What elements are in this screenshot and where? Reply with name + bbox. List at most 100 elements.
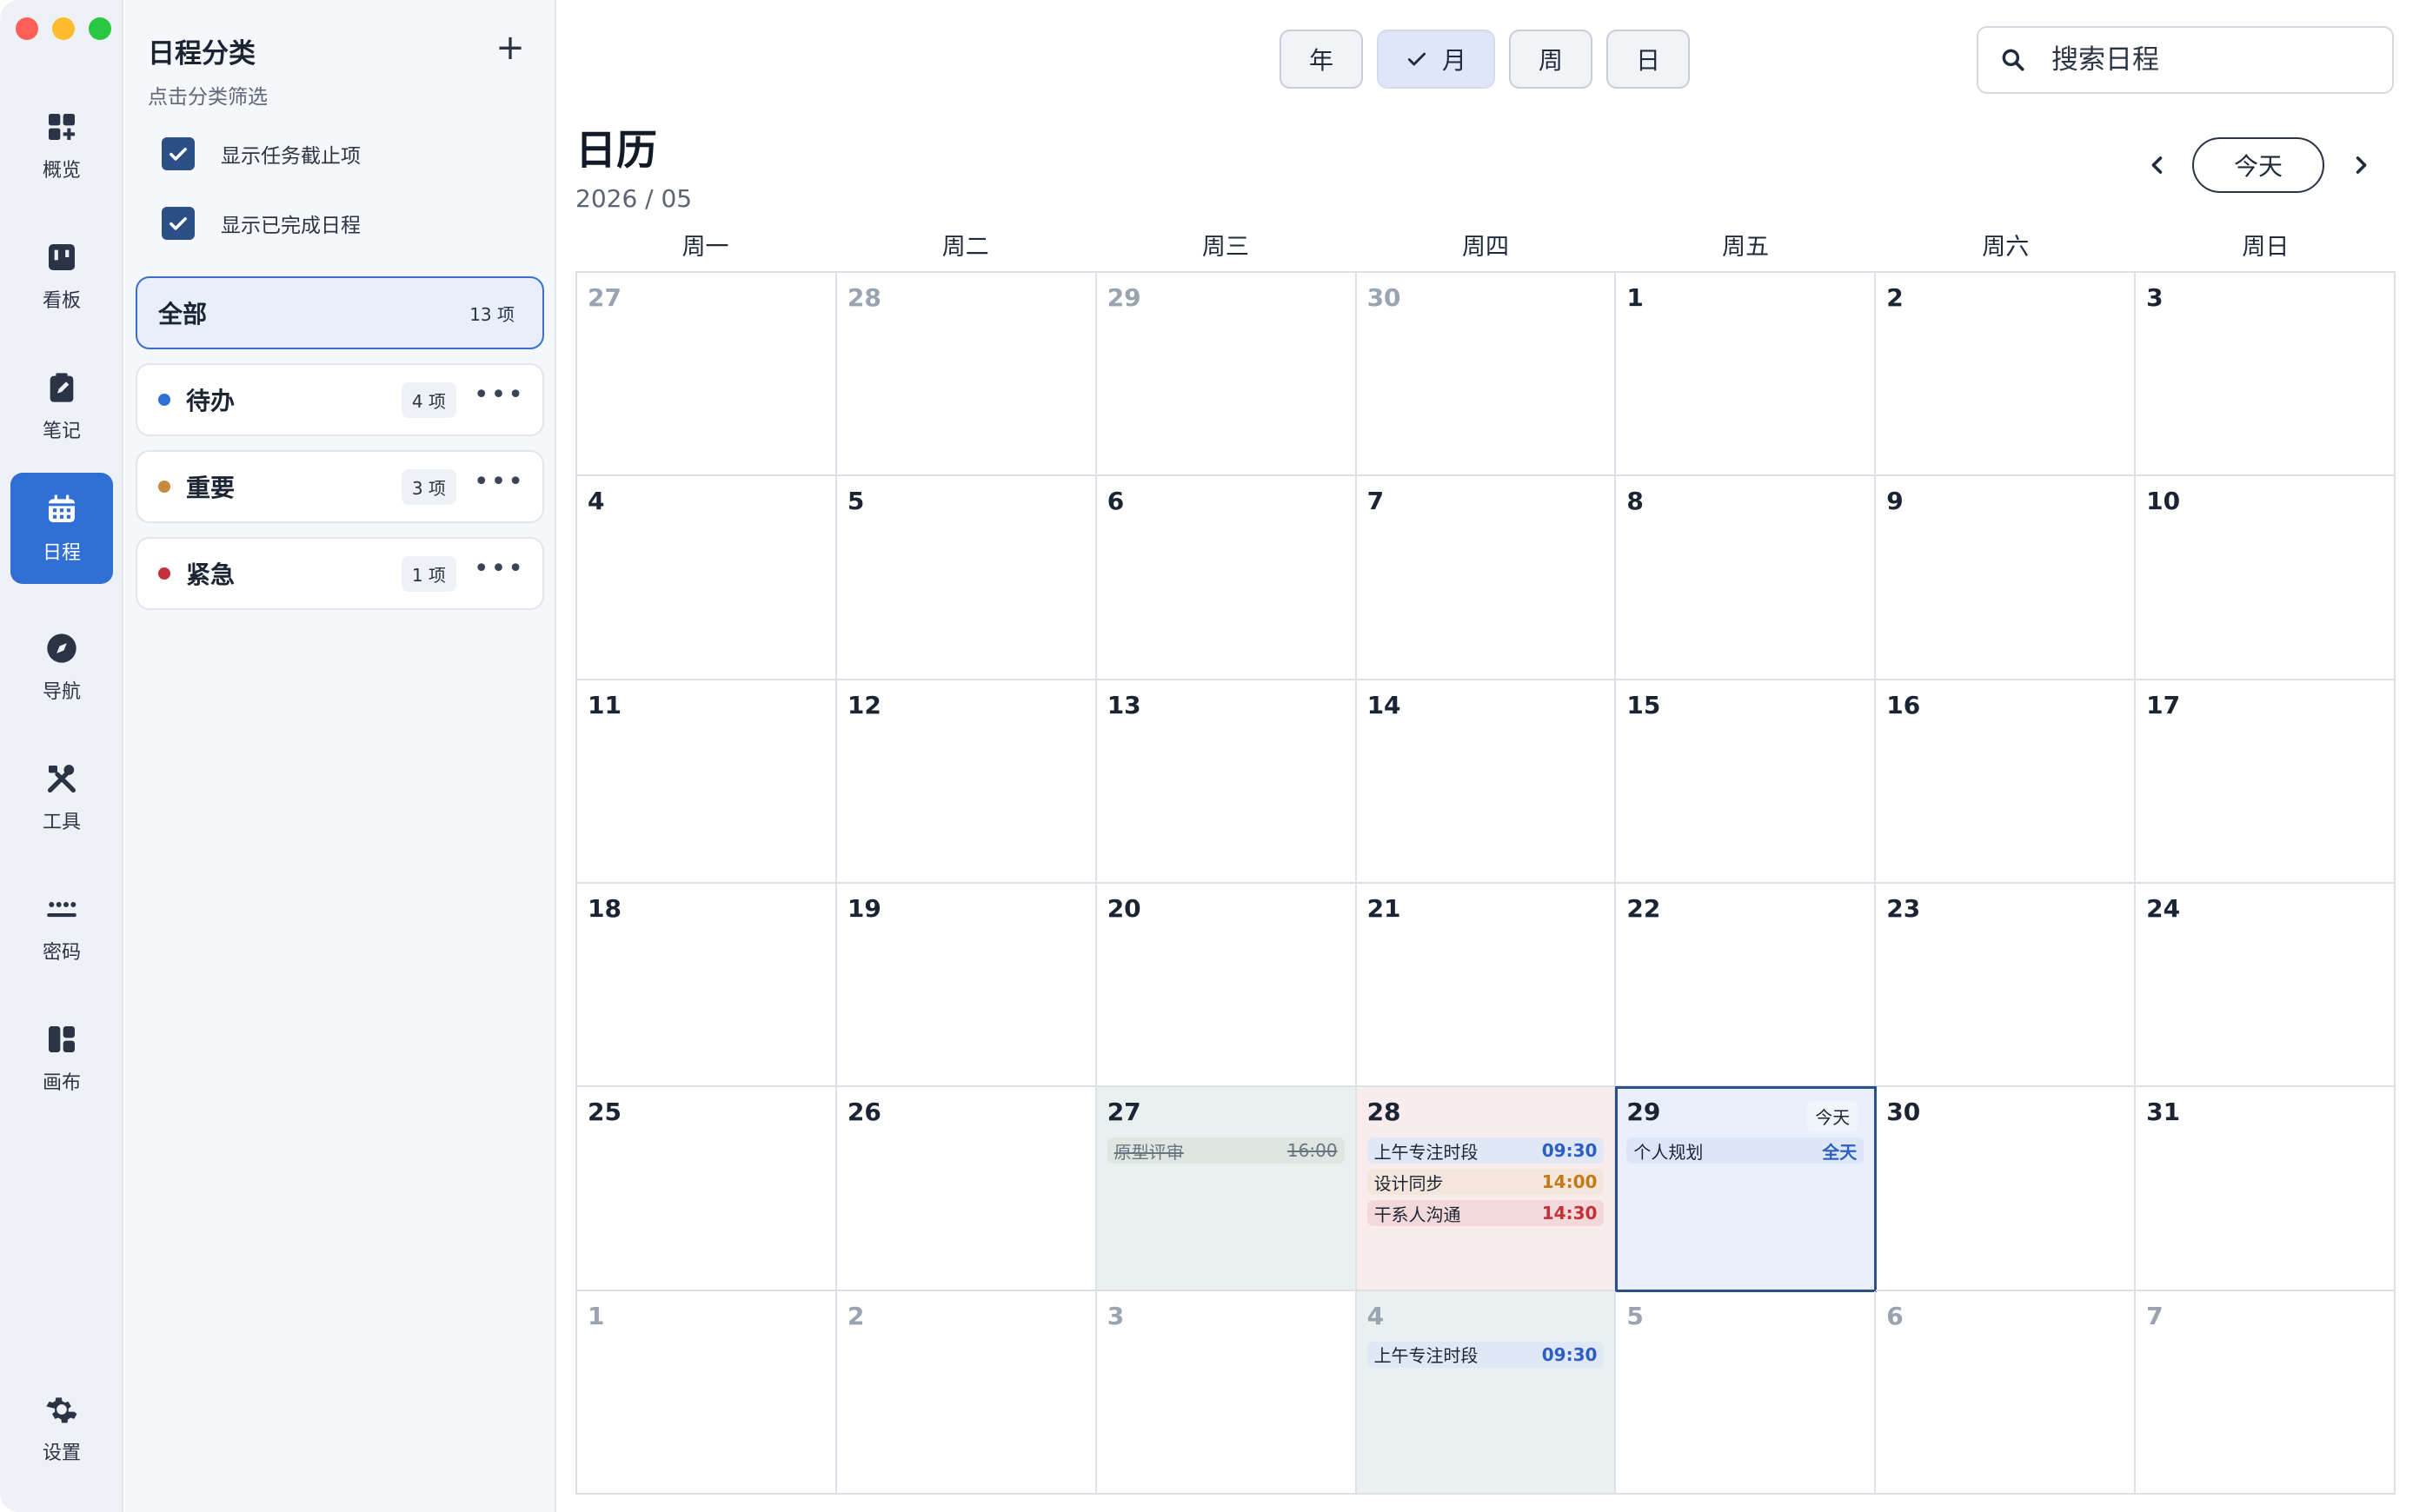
more-options-icon[interactable]: ••• (474, 469, 525, 504)
day-number: 21 (1366, 893, 1401, 923)
next-month-button[interactable] (2342, 146, 2380, 184)
calendar-day-cell[interactable]: 1 (577, 1290, 837, 1495)
event-time: 09:30 (1541, 1343, 1598, 1365)
calendar-day-cell[interactable]: 9 (1876, 476, 2137, 680)
search-input[interactable] (2051, 44, 2364, 76)
calendar-day-cell[interactable]: 28 (836, 273, 1097, 477)
calendar-day-cell[interactable]: 29 今天 个人规划 全天 (1615, 1086, 1878, 1292)
calendar-day-cell[interactable]: 7 (2136, 1290, 2396, 1495)
calendar-day-cell[interactable]: 25 (577, 1087, 837, 1291)
event-title: 个人规划 (1633, 1141, 1704, 1163)
month-grid: 27 28 29 30 1 2 3 4 5 6 7 8 9 10 11 12 13 14 15 16 17 18 19 20 2… (575, 271, 2396, 1495)
nav-item-notes[interactable]: 笔记 (10, 351, 113, 462)
calendar-day-cell[interactable]: 3 (1096, 1290, 1357, 1495)
day-number: 1 (588, 1301, 605, 1330)
calendar-day-cell[interactable]: 5 (1616, 1290, 1877, 1495)
dashboard-icon (49, 114, 75, 140)
calendar-day-cell[interactable]: 27 (577, 273, 837, 477)
calendar-day-cell[interactable]: 10 (2136, 476, 2396, 680)
nav-item-passwords[interactable]: 密码 (10, 872, 113, 984)
category-todo[interactable]: 待办 4 项 ••• (136, 363, 544, 436)
category-important[interactable]: 重要 3 项 ••• (136, 450, 544, 523)
event-title: 设计同步 (1373, 1172, 1444, 1194)
search-box[interactable] (1977, 26, 2394, 94)
calendar-day-cell[interactable]: 3 (2136, 273, 2396, 477)
calendar-day-cell[interactable]: 8 (1616, 476, 1877, 680)
nav-item-settings[interactable]: 设置 (10, 1373, 113, 1484)
check-icon (170, 148, 187, 161)
nav-item-canvas[interactable]: 画布 (10, 1003, 113, 1114)
calendar-day-cell[interactable]: 7 (1356, 476, 1617, 680)
checkbox-checked[interactable] (162, 137, 195, 170)
calendar-event[interactable]: 干系人沟通 14:30 (1366, 1200, 1605, 1227)
calendar-day-cell[interactable]: 15 (1616, 680, 1877, 884)
view-label: 年 (1308, 46, 1333, 75)
calendar-day-cell[interactable]: 2 (1876, 273, 2137, 477)
nav-item-overview[interactable]: 概览 (10, 90, 113, 202)
day-number: 5 (847, 487, 865, 516)
nav-item-kanban[interactable]: 看板 (10, 221, 113, 332)
nav-item-schedule[interactable]: 日程 (10, 473, 113, 584)
calendar-day-cell[interactable]: 6 (1096, 476, 1357, 680)
category-all[interactable]: 全部 13 项 (136, 276, 544, 349)
today-button[interactable]: 今天 (2192, 137, 2324, 193)
view-week-button[interactable]: 周 (1509, 30, 1592, 89)
calendar-day-cell[interactable]: 16 (1876, 680, 2137, 884)
calendar-day-cell[interactable]: 29 (1096, 273, 1357, 477)
event-title: 原型评审 (1113, 1141, 1184, 1163)
calendar-day-cell[interactable]: 24 (2136, 883, 2396, 1088)
calendar-event[interactable]: 上午专注时段 09:30 (1366, 1341, 1605, 1368)
calendar-day-cell[interactable]: 4 上午专注时段 09:30 (1356, 1290, 1617, 1495)
event-time: 全天 (1822, 1141, 1858, 1163)
view-month-button[interactable]: 月 (1377, 30, 1495, 89)
prev-month-button[interactable] (2138, 146, 2177, 184)
calendar-day-cell[interactable]: 13 (1096, 680, 1357, 884)
calendar-day-cell[interactable]: 14 (1356, 680, 1617, 884)
calendar-day-cell[interactable]: 6 (1876, 1290, 2137, 1495)
more-options-icon[interactable]: ••• (474, 556, 525, 591)
check-icon (1407, 52, 1426, 66)
minimize-window-button[interactable] (52, 17, 75, 40)
calendar-day-cell[interactable]: 26 (836, 1087, 1097, 1291)
calendar-event[interactable]: 上午专注时段 09:30 (1366, 1137, 1605, 1164)
view-day-button[interactable]: 日 (1606, 30, 1690, 89)
close-window-button[interactable] (16, 17, 38, 40)
view-year-button[interactable]: 年 (1280, 30, 1363, 89)
calendar-day-cell[interactable]: 19 (836, 883, 1097, 1088)
calendar-day-cell[interactable]: 2 (836, 1290, 1097, 1495)
calendar-day-cell[interactable]: 11 (577, 680, 837, 884)
calendar-day-cell[interactable]: 22 (1616, 883, 1877, 1088)
calendar-day-cell[interactable]: 30 (1876, 1087, 2137, 1291)
calendar-day-cell[interactable]: 5 (836, 476, 1097, 680)
panel-title: 日程分类 (148, 38, 256, 70)
calendar-day-cell[interactable]: 20 (1096, 883, 1357, 1088)
calendar-day-cell[interactable]: 12 (836, 680, 1097, 884)
calendar-day-cell[interactable]: 4 (577, 476, 837, 680)
calendar-event[interactable]: 原型评审 16:00 (1107, 1137, 1345, 1164)
panel-subtitle: 点击分类筛选 (148, 86, 268, 109)
show-completed-checkbox[interactable]: 显示已完成日程 (162, 207, 361, 240)
checkbox-checked[interactable] (162, 207, 195, 240)
calendar-day-cell[interactable]: 28 上午专注时段 09:30 设计同步 14:00 干系人沟通 14:30 (1356, 1087, 1617, 1291)
add-category-button[interactable]: + (489, 26, 532, 70)
calendar-event[interactable]: 个人规划 全天 (1626, 1137, 1865, 1164)
day-number: 22 (1626, 893, 1661, 923)
nav-item-tools[interactable]: 工具 (10, 742, 113, 853)
calendar-day-cell[interactable]: 27 原型评审 16:00 (1096, 1087, 1357, 1291)
more-options-icon[interactable]: ••• (474, 382, 525, 417)
calendar-day-cell[interactable]: 18 (577, 883, 837, 1088)
category-urgent[interactable]: 紧急 1 项 ••• (136, 537, 544, 610)
calendar-day-cell[interactable]: 1 (1616, 273, 1877, 477)
calendar-day-cell[interactable]: 21 (1356, 883, 1617, 1088)
nav-item-navigation[interactable]: 导航 (10, 612, 113, 723)
show-deadlines-checkbox[interactable]: 显示任务截止项 (162, 137, 361, 170)
calendar-day-cell[interactable]: 17 (2136, 680, 2396, 884)
day-number: 7 (1366, 487, 1385, 516)
calendar-day-cell[interactable]: 31 (2136, 1087, 2396, 1291)
day-number: 17 (2146, 690, 2181, 720)
day-number: 5 (1626, 1301, 1644, 1330)
calendar-day-cell[interactable]: 23 (1876, 883, 2137, 1088)
maximize-window-button[interactable] (89, 17, 111, 40)
calendar-day-cell[interactable]: 30 (1356, 273, 1617, 477)
calendar-event[interactable]: 设计同步 14:00 (1366, 1169, 1605, 1196)
